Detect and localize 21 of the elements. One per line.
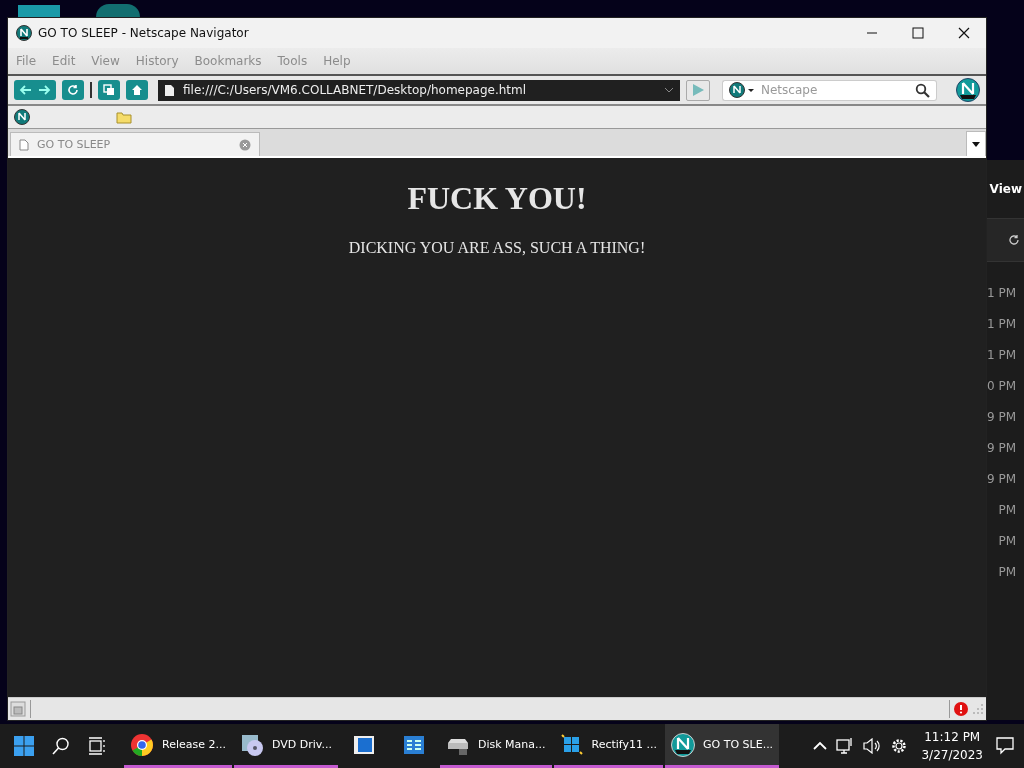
page-heading: FUCK YOU! [406, 180, 588, 217]
modified-time: 1 PM [986, 347, 1016, 364]
taskbar-button[interactable]: Rectify11 ... [553, 724, 663, 768]
modified-time: PM [998, 564, 1016, 581]
address-field[interactable]: file:///C:/Users/VM6.COLLABNET/Desktop/homepage.html [158, 79, 680, 101]
modified-time: 9 PM [986, 440, 1016, 457]
taskbar-button[interactable]: Disk Mana... [439, 724, 552, 768]
taskbar-button[interactable]: GO TO SLE... [665, 724, 780, 768]
modified-time: 0 PM [986, 378, 1016, 395]
modified-time: 1 PM [986, 285, 1016, 302]
modified-time: PM [998, 533, 1016, 550]
view-menu[interactable]: View [989, 182, 1022, 196]
modified-time: 9 PM [986, 409, 1016, 426]
taskbar-button[interactable]: DVD Driv... [233, 724, 338, 768]
taskbar-button[interactable]: Release 2... [124, 724, 232, 768]
modified-time: PM [998, 502, 1016, 519]
window-title: GO TO SLEEP - Netscape Navigator [38, 26, 249, 40]
modified-time: 9 PM [986, 471, 1016, 488]
page-text: DICKING YOU ARE ASS, SUCH A THING! [347, 239, 647, 257]
clock[interactable]: 11:12 PM 3/27/2023 [921, 728, 983, 764]
modified-time: 1 PM [986, 316, 1016, 333]
